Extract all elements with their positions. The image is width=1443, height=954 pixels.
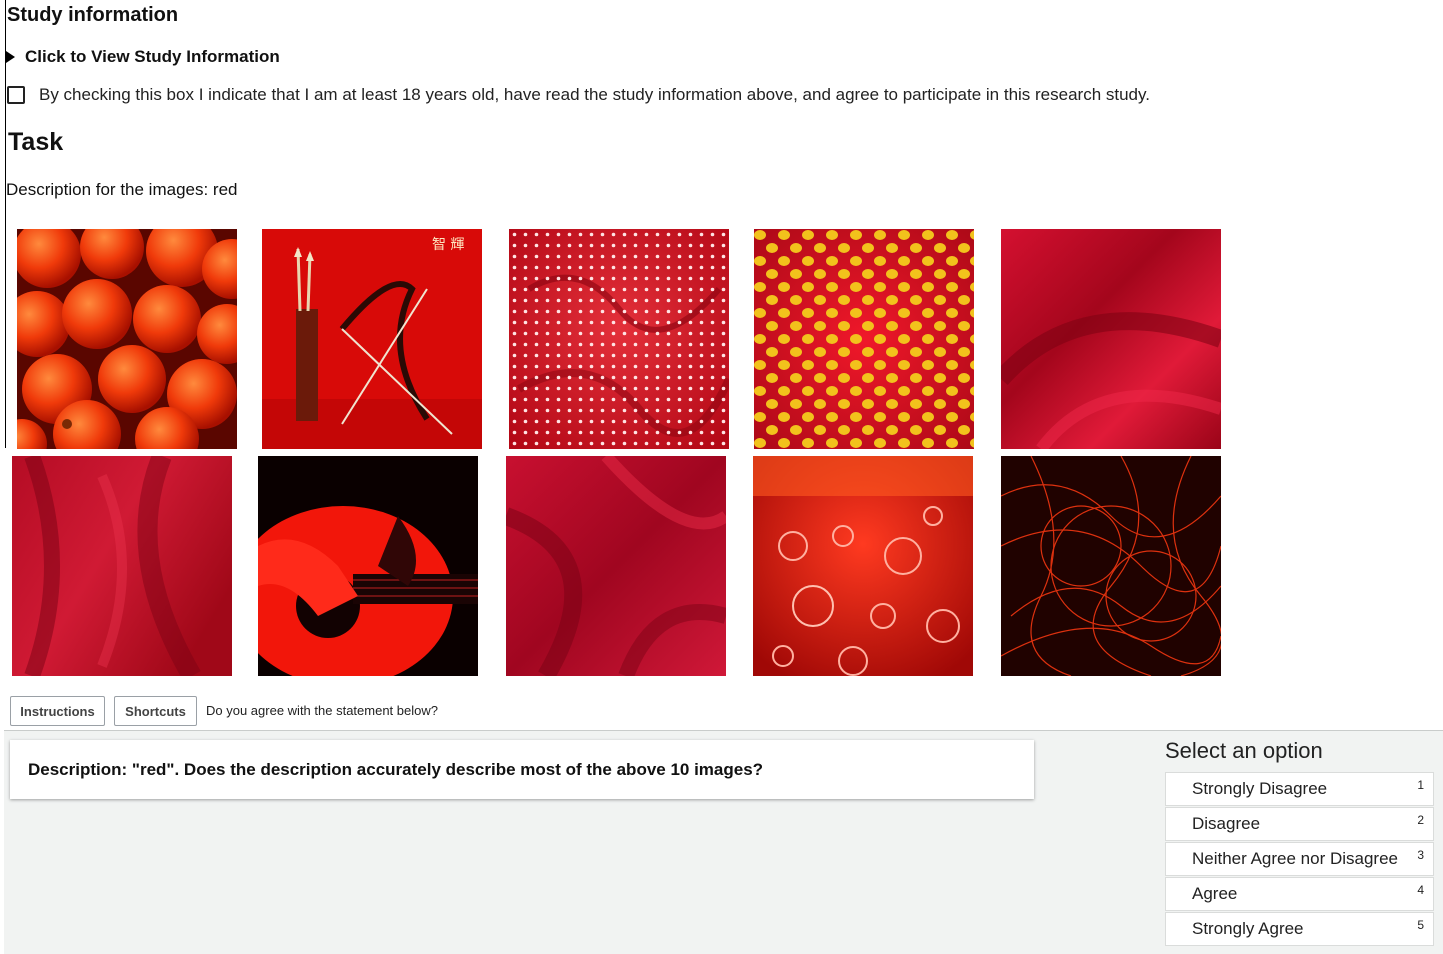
- options-list: Strongly Disagree 1 Disagree 2 Neither A…: [1165, 772, 1434, 947]
- image-bow-arrows: 智 輝: [262, 229, 482, 449]
- question-text: Description: "red". Does the description…: [28, 759, 764, 779]
- image-tangerines: [17, 229, 237, 449]
- agreement-prompt: Do you agree with the statement below?: [206, 703, 438, 718]
- study-details-label: Click to View Study Information: [25, 47, 280, 66]
- option-strongly-agree[interactable]: Strongly Agree 5: [1165, 912, 1434, 946]
- image-guitar: [258, 456, 478, 676]
- image-white-dots: [509, 229, 729, 449]
- option-shortcut-key: 3: [1417, 848, 1424, 862]
- option-label: Agree: [1192, 884, 1238, 903]
- option-label: Neither Agree nor Disagree: [1192, 849, 1399, 868]
- shortcuts-button[interactable]: Shortcuts: [114, 696, 197, 726]
- option-disagree[interactable]: Disagree 2: [1165, 807, 1434, 841]
- option-agree[interactable]: Agree 4: [1165, 877, 1434, 911]
- image-silk-1: [1001, 229, 1221, 449]
- image-silk-2: [12, 456, 232, 676]
- study-information-heading: Study information: [7, 4, 179, 26]
- task-heading: Task: [8, 128, 64, 156]
- image-description-line: Description for the images: red: [6, 180, 238, 199]
- option-label: Strongly Agree: [1192, 919, 1304, 938]
- option-label: Disagree: [1192, 814, 1261, 833]
- option-shortcut-key: 5: [1417, 918, 1424, 932]
- image-light-trails: [1001, 456, 1221, 676]
- option-strongly-disagree[interactable]: Strongly Disagree 1: [1165, 772, 1434, 806]
- question-card: Description: "red". Does the description…: [10, 740, 1034, 799]
- instructions-button[interactable]: Instructions: [10, 696, 105, 726]
- bow-image-caption: 智 輝: [432, 237, 464, 253]
- consent-text: By checking this box I indicate that I a…: [39, 85, 1150, 104]
- image-silk-3: [506, 456, 726, 676]
- option-shortcut-key: 1: [1417, 778, 1424, 792]
- option-shortcut-key: 4: [1417, 883, 1424, 897]
- left-border-rule: [5, 0, 6, 448]
- image-yellow-dots: [754, 229, 974, 449]
- option-label: Strongly Disagree: [1192, 779, 1328, 798]
- study-details-toggle[interactable]: Click to View Study Information: [6, 47, 280, 67]
- disclosure-triangle-icon: [6, 51, 15, 63]
- option-neither[interactable]: Neither Agree nor Disagree 3: [1165, 842, 1434, 876]
- page: Study information Click to View Study In…: [0, 0, 1443, 954]
- options-heading: Select an option: [1165, 738, 1323, 763]
- consent-row: By checking this box I indicate that I a…: [7, 85, 1150, 105]
- consent-checkbox[interactable]: [7, 86, 25, 104]
- image-bubbles: [753, 456, 973, 676]
- option-shortcut-key: 2: [1417, 813, 1424, 827]
